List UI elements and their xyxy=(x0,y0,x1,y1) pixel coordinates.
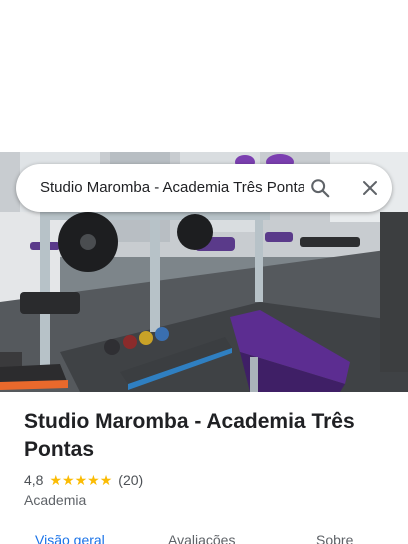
place-category: Academia xyxy=(24,492,87,508)
tab-about[interactable]: Sobre xyxy=(316,532,353,544)
search-button[interactable] xyxy=(304,172,336,204)
search-input[interactable]: Studio Maromba - Academia Três Pontas xyxy=(40,164,304,212)
tab-overview[interactable]: Visão geral xyxy=(35,532,105,544)
search-bar[interactable]: Studio Maromba - Academia Três Pontas xyxy=(16,164,392,212)
star-icon: ★ xyxy=(74,472,88,488)
place-title: Studio Maromba - Academia Três Pontas xyxy=(24,410,355,461)
rating-row[interactable]: 4,8 ★ ★ ★ ★ ★ (20) xyxy=(24,470,143,490)
star-rating: ★ ★ ★ ★ ★ xyxy=(49,473,112,487)
star-icon: ★ xyxy=(49,472,63,488)
map-blank-area xyxy=(0,0,408,152)
star-icon: ★ xyxy=(62,472,75,488)
tab-reviews[interactable]: Avaliações xyxy=(168,532,235,544)
star-icon: ★ xyxy=(99,472,113,488)
rating-value: 4,8 xyxy=(24,472,44,488)
place-tabs: Visão geral Avaliações Sobre xyxy=(0,528,408,544)
close-icon xyxy=(363,181,377,195)
search-icon xyxy=(311,179,330,198)
review-count[interactable]: (20) xyxy=(118,472,143,488)
star-icon: ★ xyxy=(87,472,100,488)
close-button[interactable] xyxy=(354,172,386,204)
